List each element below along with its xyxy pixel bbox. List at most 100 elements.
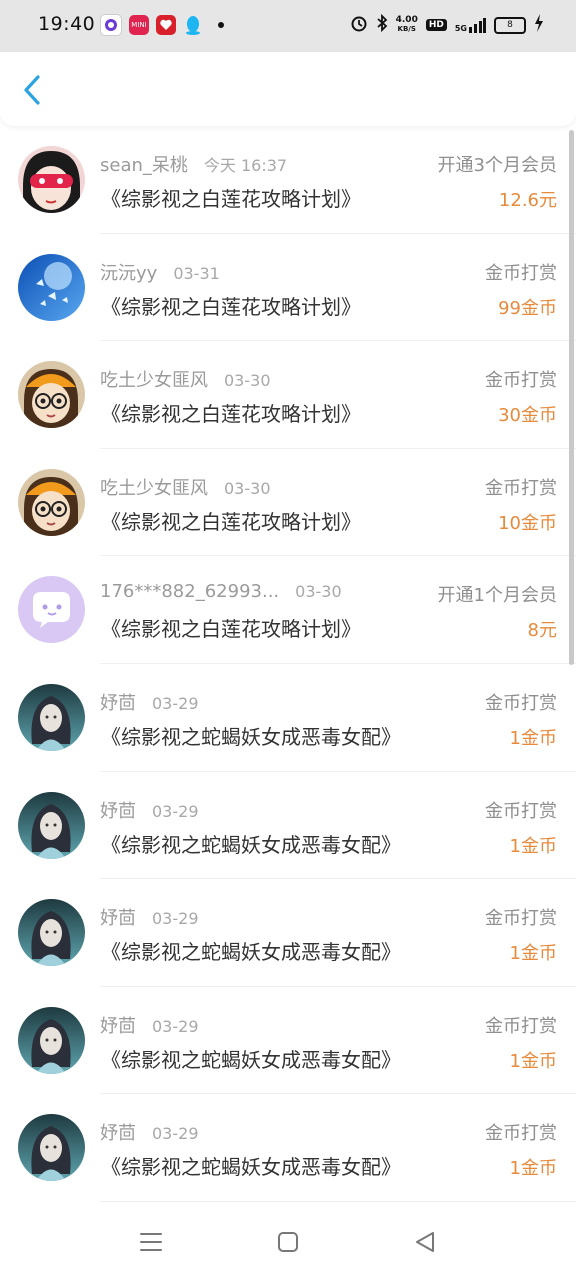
book-title[interactable]: 《综影视之白莲花攻略计划》 <box>101 291 361 320</box>
net-speed: 4.00 KB/S <box>396 16 418 34</box>
book-title[interactable]: 《综影视之白莲花攻略计划》 <box>101 613 361 642</box>
avatar[interactable] <box>18 791 85 859</box>
avatar[interactable] <box>18 1006 85 1074</box>
list-item[interactable]: 吃土少女匪风 03-30 《综影视之白莲花攻略计划》 金币打赏 30金币 <box>0 341 576 449</box>
book-title[interactable]: 《综影视之蛇蝎妖女成恶毒女配》 <box>101 829 401 858</box>
record-date: 03-29 <box>152 1016 199 1036</box>
user-name-text: sean_呆桃 <box>100 155 188 176</box>
record-type: 金币打赏 <box>485 262 557 284</box>
hd-icon: HD <box>425 19 447 31</box>
book-title[interactable]: 《综影视之白莲花攻略计划》 <box>101 183 361 212</box>
record-amount: 1金币 <box>509 727 557 749</box>
header-bar <box>0 52 576 126</box>
user-name-text: 妤茴 <box>100 800 136 822</box>
record-date: 03-29 <box>152 801 199 821</box>
triangle-back-icon <box>416 1232 434 1252</box>
home-square-icon <box>278 1232 298 1252</box>
user-name: 沅沅yy 03-31 <box>100 259 220 285</box>
record-type: 金币打赏 <box>485 800 557 822</box>
list-item[interactable]: 妤茴 03-29 《综影视之蛇蝎妖女成恶毒女配》 金币打赏 1金币 <box>0 987 576 1095</box>
list-item[interactable]: 176***882_62993... 03-30 《综影视之白莲花攻略计划》 开通1个… <box>0 556 576 664</box>
record-date: 03-29 <box>152 693 199 713</box>
book-title[interactable]: 《综影视之蛇蝎妖女成恶毒女配》 <box>101 721 401 750</box>
home-button[interactable] <box>275 1230 305 1256</box>
record-type: 金币打赏 <box>485 692 557 714</box>
book-title[interactable]: 《综影视之蛇蝎妖女成恶毒女配》 <box>101 1151 401 1180</box>
user-name: sean_呆桃 今天 16:37 <box>100 151 287 177</box>
record-type: 金币打赏 <box>485 370 557 392</box>
chevron-left-icon <box>24 75 40 105</box>
record-type: 金币打赏 <box>485 1015 557 1037</box>
record-date: 03-30 <box>295 582 342 602</box>
user-name-text: 吃土少女匪风 <box>100 370 208 392</box>
menu-button[interactable] <box>138 1230 168 1256</box>
heart-app-icon <box>156 15 176 35</box>
avatar[interactable] <box>18 683 85 751</box>
scrollbar[interactable] <box>569 130 574 665</box>
record-amount: 8元 <box>527 620 557 642</box>
list-item[interactable]: 沅沅yy 03-31 《综影视之白莲花攻略计划》 金币打赏 99金币 <box>0 234 576 342</box>
record-amount: 30金币 <box>498 405 557 427</box>
user-name: 妤茴 03-29 <box>100 1119 199 1145</box>
user-name: 吃土少女匪风 03-30 <box>100 366 271 392</box>
record-date: 03-29 <box>152 909 199 929</box>
record-type: 金币打赏 <box>485 477 557 499</box>
record-type: 金币打赏 <box>485 908 557 930</box>
record-type: 开通3个月会员 <box>437 155 557 176</box>
net-speed-value: 4.00 <box>395 15 418 25</box>
user-name-text: 妤茴 <box>100 692 136 714</box>
record-amount: 12.6元 <box>498 190 557 211</box>
book-title[interactable]: 《综影视之白莲花攻略计划》 <box>101 398 361 427</box>
user-name-text: 沅沅yy <box>100 262 158 284</box>
more-notifications-icon <box>218 22 224 28</box>
back-button[interactable] <box>18 74 48 106</box>
user-name: 妤茴 03-29 <box>100 797 199 823</box>
avatar[interactable] <box>18 361 85 429</box>
menu-icon <box>140 1233 162 1251</box>
list-item[interactable]: sean_呆桃 今天 16:37 《综影视之白莲花攻略计划》 开通3个月会员 12.6元 <box>0 126 576 234</box>
book-title[interactable]: 《综影视之蛇蝎妖女成恶毒女配》 <box>101 936 401 965</box>
status-bar: 19:40 MINI 4.00 KB/S HD 5G 8 <box>0 0 576 52</box>
record-amount: 10金币 <box>498 512 557 534</box>
user-name-text: 吃土少女匪风 <box>100 477 208 499</box>
record-amount: 1金币 <box>509 835 557 857</box>
list-item[interactable]: 妤茴 03-29 《综影视之蛇蝎妖女成恶毒女配》 金币打赏 1金币 <box>0 664 576 772</box>
record-type: 金币打赏 <box>485 1123 557 1145</box>
user-name: 吃土少女匪风 03-30 <box>100 474 271 500</box>
record-amount: 1金币 <box>509 1050 557 1072</box>
battery-icon: 8 <box>494 16 526 34</box>
list-item[interactable]: 吃土少女匪风 03-30 《综影视之白莲花攻略计划》 金币打赏 10金币 <box>0 449 576 557</box>
bluetooth-icon <box>376 13 388 36</box>
signal-icon: 5G <box>455 17 486 33</box>
list-item[interactable]: 妤茴 03-29 《综影视之蛇蝎妖女成恶毒女配》 金币打赏 1金币 <box>0 1094 576 1202</box>
record-date: 03-30 <box>224 478 271 498</box>
record-date: 03-30 <box>224 371 271 391</box>
record-date: 03-29 <box>152 1124 199 1144</box>
record-list: sean_呆桃 今天 16:37 《综影视之白莲花攻略计划》 开通3个月会员 12.6元… <box>0 126 576 1202</box>
user-name-text: 妤茴 <box>100 908 136 930</box>
avatar[interactable] <box>18 253 85 321</box>
record-amount: 1金币 <box>509 943 557 965</box>
avatar[interactable] <box>18 576 85 644</box>
user-name-text: 176***882_62993... <box>100 581 280 603</box>
avatar[interactable] <box>18 468 85 536</box>
user-name-text: 妤茴 <box>100 1123 136 1145</box>
list-item[interactable]: 妤茴 03-29 《综影视之蛇蝎妖女成恶毒女配》 金币打赏 1金币 <box>0 772 576 880</box>
app-notification-icon <box>100 14 122 36</box>
book-title[interactable]: 《综影视之蛇蝎妖女成恶毒女配》 <box>101 1044 401 1073</box>
clock: 19:40 <box>38 13 96 35</box>
user-name: 176***882_62993... 03-30 <box>100 581 342 602</box>
system-navigation-bar <box>0 1206 576 1280</box>
qq-icon <box>183 15 203 35</box>
book-title[interactable]: 《综影视之白莲花攻略计划》 <box>101 506 361 535</box>
record-date: 今天 16:37 <box>203 156 288 175</box>
alarm-icon <box>350 14 368 36</box>
list-item[interactable]: 妤茴 03-29 《综影视之蛇蝎妖女成恶毒女配》 金币打赏 1金币 <box>0 879 576 987</box>
avatar[interactable] <box>18 1114 85 1182</box>
avatar[interactable] <box>18 899 85 967</box>
record-type: 开通1个月会员 <box>437 585 557 607</box>
mini-app-icon: MINI <box>129 15 149 35</box>
nav-back-button[interactable] <box>412 1230 442 1256</box>
user-name-text: 妤茴 <box>100 1015 136 1037</box>
avatar[interactable] <box>18 146 85 213</box>
